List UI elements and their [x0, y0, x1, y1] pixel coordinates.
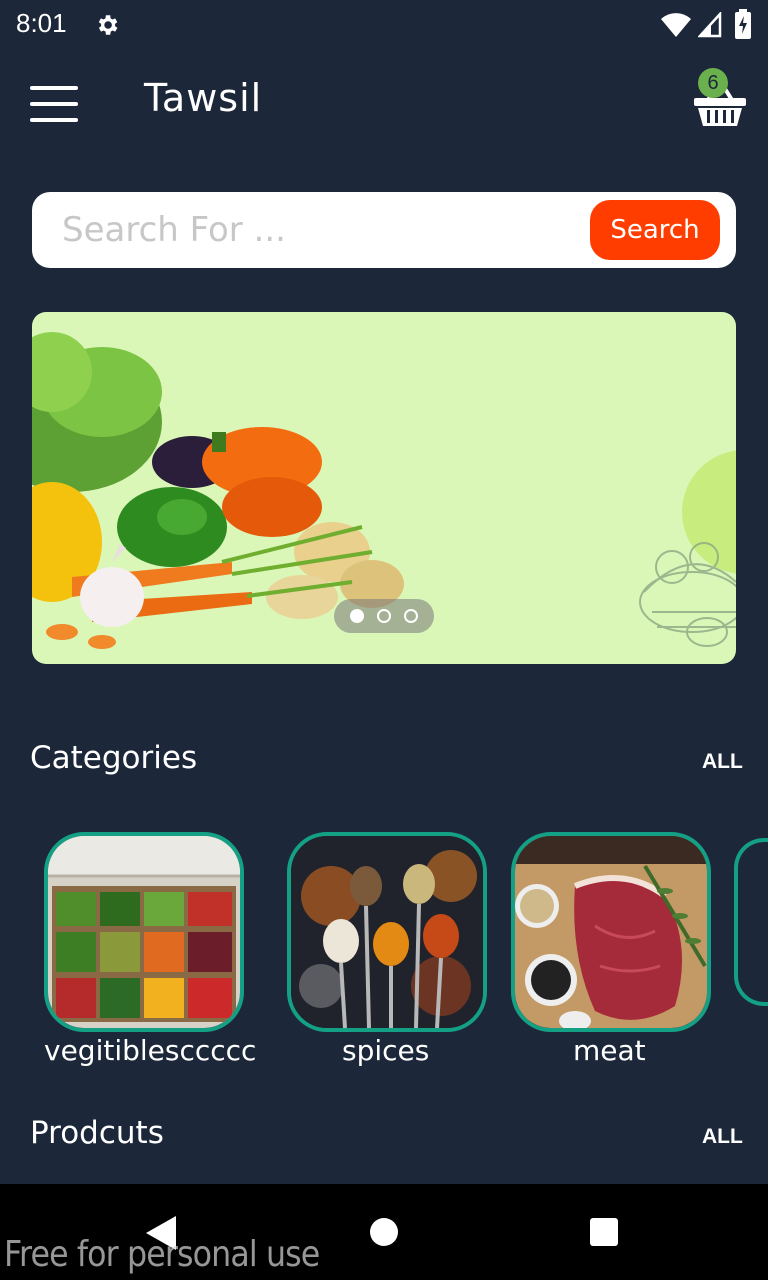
- signal-icon: [698, 12, 722, 38]
- app-bar: Tawsil 6: [0, 52, 768, 152]
- carousel-indicator: [334, 599, 434, 633]
- battery-icon: [735, 9, 751, 39]
- spices-image: [291, 836, 483, 1028]
- app-title: Tawsil: [144, 76, 263, 120]
- category-card-spices[interactable]: [287, 832, 487, 1032]
- cart-count-badge: 6: [698, 68, 728, 98]
- cart-button[interactable]: 6: [690, 66, 750, 130]
- search-input[interactable]: [62, 202, 602, 258]
- categories-all-link[interactable]: ALL: [702, 750, 743, 774]
- category-card-partial[interactable]: [734, 838, 768, 1006]
- search-button[interactable]: Search: [590, 200, 720, 260]
- search-bar: Search: [32, 192, 736, 268]
- status-bar: 8:01: [0, 0, 768, 52]
- carousel-dot-1[interactable]: [350, 609, 364, 623]
- category-card-meat[interactable]: [511, 832, 711, 1032]
- category-card-vegetables[interactable]: [44, 832, 244, 1032]
- categories-title: Categories: [30, 740, 198, 776]
- category-label: vegitiblesccccc: [44, 1034, 257, 1067]
- carousel-dot-2[interactable]: [377, 609, 391, 623]
- products-all-link[interactable]: ALL: [702, 1125, 743, 1149]
- recent-apps-icon[interactable]: [590, 1218, 618, 1246]
- meat-image: [515, 836, 707, 1028]
- gear-icon: [98, 15, 118, 35]
- carousel-dot-3[interactable]: [404, 609, 418, 623]
- wifi-icon: [661, 13, 691, 37]
- watermark-text: Free for personal use: [4, 1234, 320, 1275]
- products-title: Prodcuts: [30, 1115, 164, 1151]
- promo-banner-carousel[interactable]: [32, 312, 736, 664]
- hamburger-menu-icon[interactable]: [30, 86, 80, 122]
- home-icon[interactable]: [370, 1218, 398, 1246]
- category-label: spices: [342, 1034, 430, 1067]
- vegetables-market-image: [48, 836, 240, 1028]
- status-time: 8:01: [16, 8, 67, 38]
- category-label: meat: [573, 1034, 646, 1067]
